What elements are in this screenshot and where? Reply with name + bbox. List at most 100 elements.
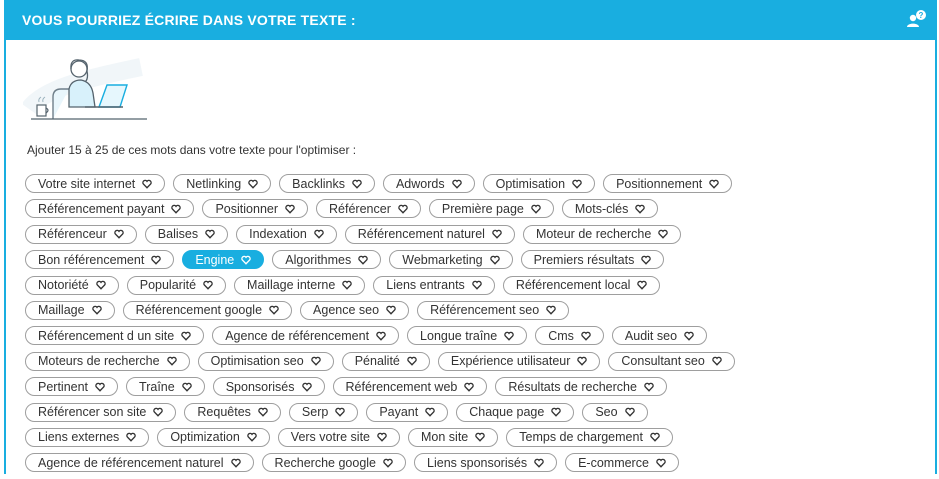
keyword-tag[interactable]: Bon référencement: [25, 250, 175, 270]
keyword-tag[interactable]: Agence de référencement naturel: [25, 453, 254, 473]
heart-icon[interactable]: [475, 432, 485, 443]
keyword-tag[interactable]: Traîne: [126, 377, 205, 397]
heart-icon[interactable]: [247, 432, 257, 443]
keyword-tag[interactable]: Audit seo: [611, 326, 708, 346]
keyword-tag[interactable]: Serp: [288, 402, 359, 422]
heart-icon[interactable]: [551, 407, 562, 417]
heart-icon[interactable]: [376, 331, 386, 341]
keyword-tag[interactable]: Moteurs de recherche: [25, 351, 190, 371]
keyword-tag[interactable]: Pertinent: [25, 377, 119, 397]
heart-icon[interactable]: [572, 179, 582, 189]
heart-icon[interactable]: [205, 229, 215, 239]
heart-icon[interactable]: [546, 305, 556, 316]
keyword-tag[interactable]: Backlinks: [279, 174, 375, 193]
heart-icon[interactable]: [181, 331, 191, 341]
heart-icon[interactable]: [644, 382, 654, 392]
heart-icon[interactable]: [624, 407, 635, 417]
heart-icon[interactable]: [230, 458, 241, 468]
heart-icon[interactable]: [171, 204, 182, 214]
heart-icon[interactable]: [310, 356, 321, 366]
heart-icon[interactable]: [166, 356, 177, 366]
heart-icon[interactable]: [407, 356, 417, 366]
heart-icon[interactable]: [301, 382, 312, 392]
heart-icon[interactable]: [386, 305, 396, 316]
keyword-tag[interactable]: Algorithmes: [272, 250, 382, 270]
keyword-tag[interactable]: Payant: [366, 402, 449, 422]
keyword-tag[interactable]: Agence de référencement: [212, 326, 400, 346]
heart-icon[interactable]: [577, 356, 588, 366]
keyword-tag[interactable]: Agence seo: [300, 300, 410, 320]
heart-icon[interactable]: [114, 229, 124, 239]
keyword-tag[interactable]: Moteur de recherche: [522, 224, 682, 244]
keyword-tag[interactable]: Netlinking: [173, 174, 272, 193]
keyword-tag[interactable]: Notoriété: [25, 275, 119, 295]
keyword-tag[interactable]: Optimization: [157, 427, 270, 447]
heart-icon[interactable]: [635, 204, 646, 214]
heart-icon[interactable]: [489, 255, 500, 265]
keyword-tag[interactable]: Référencement payant: [25, 199, 195, 219]
heart-icon[interactable]: [95, 280, 106, 290]
heart-icon[interactable]: [352, 179, 362, 189]
heart-icon[interactable]: [712, 356, 722, 366]
keyword-tag[interactable]: Adwords: [382, 174, 475, 193]
keyword-tag[interactable]: Liens externes: [25, 427, 150, 447]
heart-icon[interactable]: [241, 255, 251, 265]
heart-icon[interactable]: [637, 280, 648, 290]
keyword-tag[interactable]: Recherche google: [261, 453, 407, 473]
heart-icon[interactable]: [641, 255, 652, 265]
keyword-tag[interactable]: Référenceur: [25, 224, 137, 244]
heart-icon[interactable]: [425, 407, 435, 417]
keyword-tag[interactable]: Premiers résultats: [520, 250, 665, 270]
keyword-tag[interactable]: Optimisation seo: [197, 351, 334, 371]
keyword-tag[interactable]: Résultats de recherche: [495, 377, 667, 397]
heart-icon[interactable]: [342, 280, 353, 290]
heart-icon[interactable]: [358, 255, 368, 265]
heart-icon[interactable]: [181, 382, 192, 392]
heart-icon[interactable]: [531, 204, 541, 214]
heart-icon[interactable]: [258, 407, 268, 417]
keyword-tag[interactable]: Temps de chargement: [506, 427, 673, 447]
heart-icon[interactable]: [464, 382, 475, 392]
keyword-tag[interactable]: Webmarketing: [389, 250, 513, 270]
heart-icon[interactable]: [451, 179, 462, 189]
heart-icon[interactable]: [377, 432, 387, 443]
heart-icon[interactable]: [581, 331, 591, 341]
keyword-tag[interactable]: Référencement google: [122, 300, 293, 320]
keyword-tag[interactable]: Popularité: [126, 275, 227, 295]
keyword-tag[interactable]: Référencement seo: [417, 300, 570, 320]
keyword-tag[interactable]: Pénalité: [341, 351, 430, 371]
heart-icon[interactable]: [314, 229, 324, 239]
heart-icon[interactable]: [203, 280, 213, 290]
heart-icon[interactable]: [504, 331, 514, 341]
keyword-tag[interactable]: Requêtes: [184, 402, 281, 422]
heart-icon[interactable]: [398, 204, 408, 214]
heart-icon[interactable]: [153, 407, 164, 417]
heart-icon[interactable]: [383, 458, 393, 468]
heart-icon[interactable]: [709, 179, 720, 189]
keyword-tag[interactable]: Consultant seo: [608, 351, 735, 371]
keyword-tag[interactable]: Votre site internet: [25, 174, 166, 193]
keyword-tag[interactable]: Liens sponsorisés: [414, 453, 558, 473]
help-users-icon[interactable]: ?: [905, 9, 927, 29]
keyword-tag[interactable]: Liens entrants: [373, 275, 495, 295]
keyword-tag[interactable]: Référencement local: [502, 275, 661, 295]
keyword-tag[interactable]: Expérience utilisateur: [437, 351, 601, 371]
keyword-tag[interactable]: Cms: [535, 326, 604, 346]
heart-icon[interactable]: [492, 229, 502, 239]
keyword-tag[interactable]: Optimisation: [482, 174, 596, 193]
keyword-tag[interactable]: Première page: [428, 199, 554, 219]
heart-icon[interactable]: [285, 204, 295, 214]
keyword-tag[interactable]: Sponsorisés: [212, 377, 325, 397]
keyword-tag[interactable]: Maillage interne: [234, 275, 366, 295]
keyword-tag[interactable]: Balises: [144, 224, 229, 244]
keyword-tag[interactable]: Référencer: [316, 199, 421, 219]
heart-icon[interactable]: [269, 305, 279, 316]
keyword-tag[interactable]: Chaque page: [456, 402, 575, 422]
keyword-tag[interactable]: Mots-clés: [561, 199, 659, 219]
keyword-tag[interactable]: Référencement web: [332, 377, 488, 397]
keyword-tag[interactable]: Longue traîne: [407, 326, 528, 346]
keyword-tag[interactable]: Indexation: [236, 224, 337, 244]
heart-icon[interactable]: [126, 432, 137, 443]
heart-icon[interactable]: [650, 432, 660, 443]
heart-icon[interactable]: [91, 305, 102, 316]
